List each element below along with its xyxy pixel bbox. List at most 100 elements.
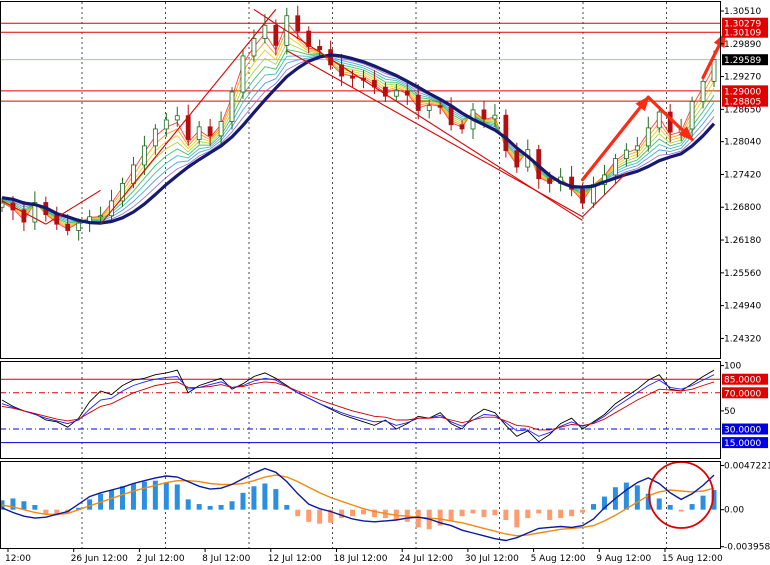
candle-body	[415, 94, 421, 111]
macd-histogram-bar	[196, 504, 202, 510]
macd-histogram-bar	[667, 505, 673, 510]
candle-body	[492, 114, 498, 120]
macd-histogram-bar	[295, 509, 301, 517]
candle-body	[240, 55, 246, 93]
candle-body	[481, 109, 487, 120]
macd-histogram-bar	[273, 489, 279, 510]
level-tag: 30.0000	[724, 426, 761, 436]
candle-body	[426, 105, 432, 111]
candle-body	[459, 124, 465, 130]
axis-tick-label: 1.29270	[724, 73, 761, 83]
candle-body	[295, 15, 301, 32]
macd-histogram-bar	[623, 482, 629, 510]
candle-body	[656, 111, 662, 129]
macd-histogram-bar	[87, 499, 93, 510]
macd-histogram-bar	[141, 481, 147, 510]
level-tag: 70.0000	[724, 389, 761, 399]
axis-tick-label: 0.00472215	[724, 462, 770, 472]
candle-body	[196, 126, 202, 140]
time-tick-label: 30 Jul 12:00	[465, 554, 519, 564]
macd-histogram-bar	[251, 486, 257, 510]
macd-histogram-bar	[240, 492, 246, 510]
macd-histogram-bar	[689, 504, 695, 510]
time-tick-label: 18 Jul 12:00	[334, 554, 388, 564]
price-tag: 1.28805	[724, 98, 761, 108]
candle-body	[163, 119, 169, 130]
macd-histogram-bar	[350, 509, 356, 517]
macd-histogram-bar	[525, 509, 531, 519]
candle-body	[76, 222, 82, 231]
time-tick-label: 8 Jul 12:00	[202, 554, 251, 564]
macd-histogram-bar	[185, 499, 191, 510]
time-tick-label: 9 Aug 12:00	[596, 554, 651, 564]
time-tick-label: 12:00	[5, 554, 31, 564]
candle-body	[448, 106, 454, 126]
macd-histogram-bar	[360, 509, 366, 515]
axis-tick-label: 0.00	[724, 506, 744, 516]
time-tick-label: 5 Aug 12:00	[531, 554, 586, 564]
candle-body	[251, 38, 257, 57]
candle-body	[711, 59, 717, 82]
candle-body	[317, 46, 323, 51]
macd-histogram-bar	[580, 509, 586, 513]
candle-body	[152, 128, 158, 147]
time-tick-label: 15 Aug 12:00	[662, 554, 723, 564]
macd-histogram-bar	[536, 509, 542, 514]
level-tag: 15.0000	[724, 439, 761, 449]
time-tick-label: 2 Jul 12:00	[136, 554, 185, 564]
macd-histogram-bar	[591, 504, 597, 510]
candle-body	[689, 101, 695, 130]
macd-histogram-bar	[448, 509, 454, 521]
axis-tick-label: 1.27420	[724, 170, 761, 180]
time-tick-label: 24 Jul 12:00	[399, 554, 453, 564]
macd-histogram-bar	[481, 509, 487, 518]
axis-tick-label: 1.28040	[724, 138, 761, 148]
candle-body	[503, 114, 509, 152]
candle-body	[700, 80, 706, 102]
macd-histogram-bar	[317, 509, 323, 524]
macd-histogram-bar	[306, 509, 312, 522]
price-tag: 1.30109	[724, 29, 761, 39]
candle-body	[580, 188, 585, 204]
candle-body	[645, 127, 651, 147]
candle-body	[273, 24, 279, 46]
candle-body	[404, 90, 410, 96]
time-tick-label: 26 Jun 12:00	[71, 554, 128, 564]
macd-histogram-bar	[32, 505, 38, 510]
macd-histogram-bar	[229, 501, 235, 510]
macd-histogram-bar	[514, 509, 520, 528]
axis-tick-label: -0.00395859	[724, 543, 770, 553]
candle-body	[262, 24, 268, 39]
forex-chart: 1.305101.298901.292701.286501.280401.274…	[0, 0, 770, 565]
axis-tick-label: 1.30510	[724, 7, 761, 17]
macd-histogram-bar	[130, 483, 136, 510]
candle-body	[65, 223, 71, 231]
macd-histogram-bar	[470, 509, 476, 514]
axis-tick-label: 1.24940	[724, 302, 761, 312]
macd-histogram-bar	[218, 505, 224, 510]
macd-histogram-bar	[284, 505, 290, 510]
axis-tick-label: 100	[724, 362, 741, 372]
axis-tick-label: 1.26800	[724, 203, 761, 213]
macd-histogram-bar	[262, 483, 268, 510]
macd-histogram-bar	[163, 482, 169, 510]
candle-body	[218, 121, 224, 137]
macd-histogram-bar	[459, 509, 465, 517]
price-tag: 1.29589	[724, 56, 761, 66]
candle-body	[207, 126, 213, 137]
macd-histogram-bar	[119, 486, 125, 510]
axis-tick-label: 50	[724, 407, 736, 417]
macd-histogram-bar	[503, 509, 509, 520]
candle-body	[174, 115, 180, 121]
macd-histogram-bar	[678, 509, 684, 512]
candle-body	[98, 215, 103, 218]
macd-histogram-bar	[21, 501, 27, 510]
macd-histogram-bar	[656, 498, 662, 510]
macd-histogram-bar	[700, 495, 706, 510]
macd-histogram-bar	[547, 509, 553, 520]
candle-body	[141, 145, 147, 166]
candle-body	[437, 105, 443, 108]
axis-tick-label: 1.26180	[724, 236, 761, 246]
macd-histogram-bar	[569, 509, 575, 517]
axis-tick-label: 1.29890	[724, 40, 761, 50]
